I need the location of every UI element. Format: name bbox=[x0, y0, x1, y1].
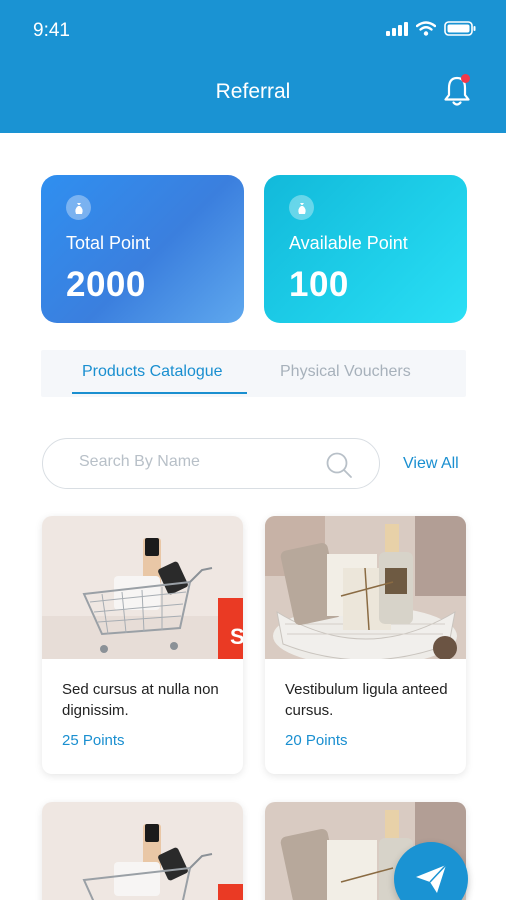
coin-icon bbox=[66, 195, 91, 220]
paper-plane-icon bbox=[416, 864, 447, 893]
product-title: Sed cursus at nulla non dignissim. bbox=[62, 681, 219, 719]
view-all-link[interactable]: View All bbox=[403, 455, 459, 473]
total-point-card: Total Point 2000 bbox=[41, 175, 244, 323]
tab-products-catalogue[interactable]: Products Catalogue bbox=[82, 363, 223, 381]
product-image bbox=[265, 516, 466, 659]
available-point-value: 100 bbox=[289, 265, 349, 304]
signal-icon bbox=[386, 21, 408, 36]
active-tab-indicator bbox=[72, 392, 247, 394]
wifi-icon bbox=[416, 21, 436, 36]
notification-badge bbox=[461, 74, 470, 83]
coin-icon bbox=[289, 195, 314, 220]
available-point-card: Available Point 100 bbox=[264, 175, 467, 323]
tab-physical-vouchers[interactable]: Physical Vouchers bbox=[280, 363, 411, 381]
product-image: S bbox=[42, 516, 243, 659]
catalogue-tabs: Products Catalogue Physical Vouchers bbox=[41, 350, 466, 397]
search-icon[interactable] bbox=[325, 451, 353, 479]
product-card[interactable]: Vestibulum ligula anteed cursus. 20 Poin… bbox=[265, 516, 466, 774]
status-time: 9:41 bbox=[33, 20, 70, 41]
product-points: 20 Points bbox=[285, 732, 348, 749]
product-points: 25 Points bbox=[62, 732, 125, 749]
product-title: Vestibulum ligula anteed cursus. bbox=[285, 681, 448, 719]
search-bar bbox=[42, 438, 380, 489]
product-card[interactable] bbox=[42, 802, 243, 900]
battery-icon bbox=[444, 21, 476, 36]
search-input[interactable] bbox=[79, 453, 299, 471]
total-point-label: Total Point bbox=[66, 233, 151, 253]
product-card[interactable]: S Sed cursus at nulla non dignissim. 25 … bbox=[42, 516, 243, 774]
product-image bbox=[42, 802, 243, 900]
available-point-label: Available Point bbox=[289, 233, 408, 253]
svg-text:S: S bbox=[230, 624, 243, 649]
status-icons bbox=[386, 21, 476, 36]
page-title: Referral bbox=[215, 80, 291, 103]
total-point-value: 2000 bbox=[66, 265, 146, 304]
app-header: 9:41 Referral bbox=[0, 0, 506, 133]
notification-button[interactable] bbox=[441, 74, 473, 108]
